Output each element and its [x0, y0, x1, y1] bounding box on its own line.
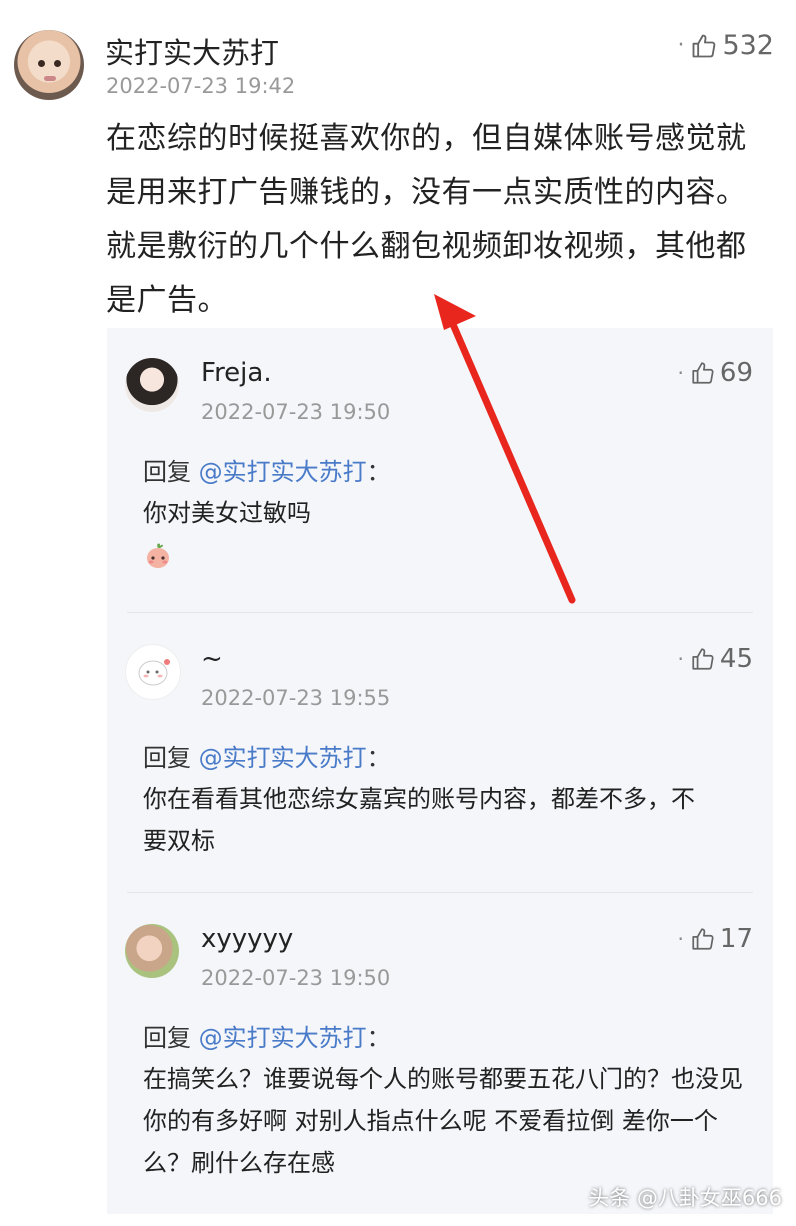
reply-to-line: 回复 @实打实大苏打：: [143, 738, 391, 773]
reply-like-count: 69: [719, 358, 753, 388]
reply-colon: ：: [366, 458, 391, 486]
separator-dot: ·: [677, 33, 685, 58]
reply-to-line: 回复 @实打实大苏打：: [143, 1018, 391, 1053]
reply-like-button[interactable]: · 45: [678, 644, 753, 674]
reply-body-text: 你对美女过敏吗: [143, 499, 311, 527]
thumbs-up-icon: [692, 362, 714, 384]
thumbs-up-icon: [692, 648, 714, 670]
reply-like-count: 17: [719, 924, 753, 954]
reply-timestamp: 2022-07-23 19:50: [201, 966, 391, 990]
main-comment-timestamp: 2022-07-23 19:42: [106, 74, 296, 98]
reply-mention-link[interactable]: @实打实大苏打: [199, 458, 367, 486]
reply-prefix: 回复: [143, 1024, 191, 1052]
reply-avatar[interactable]: [125, 924, 179, 978]
cartoon-avatar-icon: [138, 659, 170, 686]
reply-colon: ：: [366, 1024, 391, 1052]
reply-timestamp: 2022-07-23 19:55: [201, 686, 391, 710]
main-comment-username[interactable]: 实打实大苏打: [105, 30, 279, 72]
reply-item: Freja. 2022-07-23 19:50 · 69 回复 @实打实大苏打：…: [107, 328, 773, 613]
reply-body-text: 你在看看其他恋综女嘉宾的账号内容，都差不多，不要双标: [143, 785, 695, 855]
blush-emoji-icon: [147, 543, 169, 568]
main-comment-text: 在恋综的时候挺喜欢你的，但自媒体账号感觉就是用来打广告赚钱的，没有一点实质性的内…: [106, 121, 747, 318]
main-comment-avatar[interactable]: [14, 30, 84, 100]
separator-dot: ·: [677, 647, 684, 671]
main-comment-like-button[interactable]: · 532: [677, 30, 774, 61]
main-comment-like-count: 532: [722, 30, 774, 61]
reply-like-count: 45: [719, 644, 753, 674]
reply-like-button[interactable]: · 69: [678, 358, 753, 388]
reply-divider: [127, 892, 753, 893]
reply-username[interactable]: ~: [201, 644, 223, 674]
reply-mention-link[interactable]: @实打实大苏打: [199, 744, 367, 772]
reply-item: xyyyyy 2022-07-23 19:50 · 17 回复 @实打实大苏打：…: [107, 894, 773, 1214]
reply-to-line: 回复 @实打实大苏打：: [143, 452, 391, 487]
reply-colon: ：: [366, 744, 391, 772]
reply-avatar[interactable]: [125, 644, 181, 700]
reply-username[interactable]: Freja.: [201, 358, 272, 388]
reply-like-button[interactable]: · 17: [678, 924, 753, 954]
separator-dot: ·: [677, 927, 684, 951]
reply-avatar[interactable]: [125, 358, 179, 412]
thumbs-up-icon: [693, 34, 716, 57]
reply-body: 你对美女过敏吗: [143, 492, 743, 583]
separator-dot: ·: [677, 361, 684, 385]
source-watermark: 头条 @八卦女巫666: [588, 1186, 782, 1210]
reply-body-text: 在搞笑么？谁要说每个人的账号都要五花八门的？也没见你的有多好啊 对别人指点什么呢…: [143, 1065, 743, 1177]
reply-mention-link[interactable]: @实打实大苏打: [199, 1024, 367, 1052]
reply-prefix: 回复: [143, 744, 191, 772]
reply-divider: [127, 612, 753, 613]
reply-prefix: 回复: [143, 458, 191, 486]
reply-item: ~ 2022-07-23 19:55 · 45 回复 @实打实大苏打： 你在看看…: [107, 614, 773, 893]
thumbs-up-icon: [692, 928, 714, 950]
replies-panel: Freja. 2022-07-23 19:50 · 69 回复 @实打实大苏打：…: [107, 328, 773, 1214]
reply-username[interactable]: xyyyyy: [201, 924, 293, 954]
reply-timestamp: 2022-07-23 19:50: [201, 400, 391, 424]
